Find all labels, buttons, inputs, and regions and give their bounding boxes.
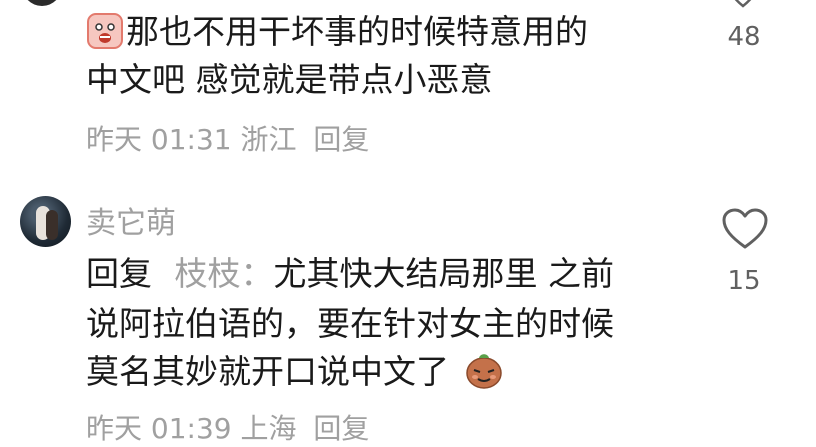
reply-button[interactable]: 回复 [313,412,369,445]
comment-meta: 昨天 01:31 浙江 回复 [86,118,369,158]
heart-icon[interactable] [721,207,769,251]
username[interactable]: 卖它萌 [86,198,176,242]
like-count: 48 [727,22,761,52]
comment-text: 那也不用干坏事的时候特意用的 [86,10,588,54]
reply-button[interactable]: 回复 [313,123,369,156]
comment-time: 昨天 01:39 [86,412,232,445]
like-count: 15 [727,266,761,296]
scared-face-sticker-icon [87,12,123,49]
avatar-partial[interactable] [22,0,62,6]
reply-target[interactable]: 枝枝： [175,254,274,293]
comment-text-line-3: 莫名其妙就开口说中文了 [86,350,504,394]
reply-prefix: 回复 [86,254,152,293]
comment-meta: 昨天 01:39 上海 回复 [86,407,369,447]
comment-time: 昨天 01:31 [86,123,232,156]
heart-icon-partial[interactable] [728,0,758,8]
comment-line-2: 中文吧 感觉就是带点小恶意 [86,60,493,99]
comment-line-3: 莫名其妙就开口说中文了 [86,352,449,391]
smug-bean-sticker-icon [465,353,502,389]
comment-line-1: 尤其快大结局那里 之前 [273,254,615,293]
comment-line-1: 那也不用干坏事的时候特意用的 [126,12,588,51]
comment-text: 回复 枝枝：尤其快大结局那里 之前 [86,252,614,296]
comment-location: 浙江 [240,123,297,156]
avatar[interactable] [20,196,71,247]
comment-location: 上海 [240,412,297,445]
comment-line-2: 说阿拉伯语的，要在针对女主的时候 [86,304,614,343]
